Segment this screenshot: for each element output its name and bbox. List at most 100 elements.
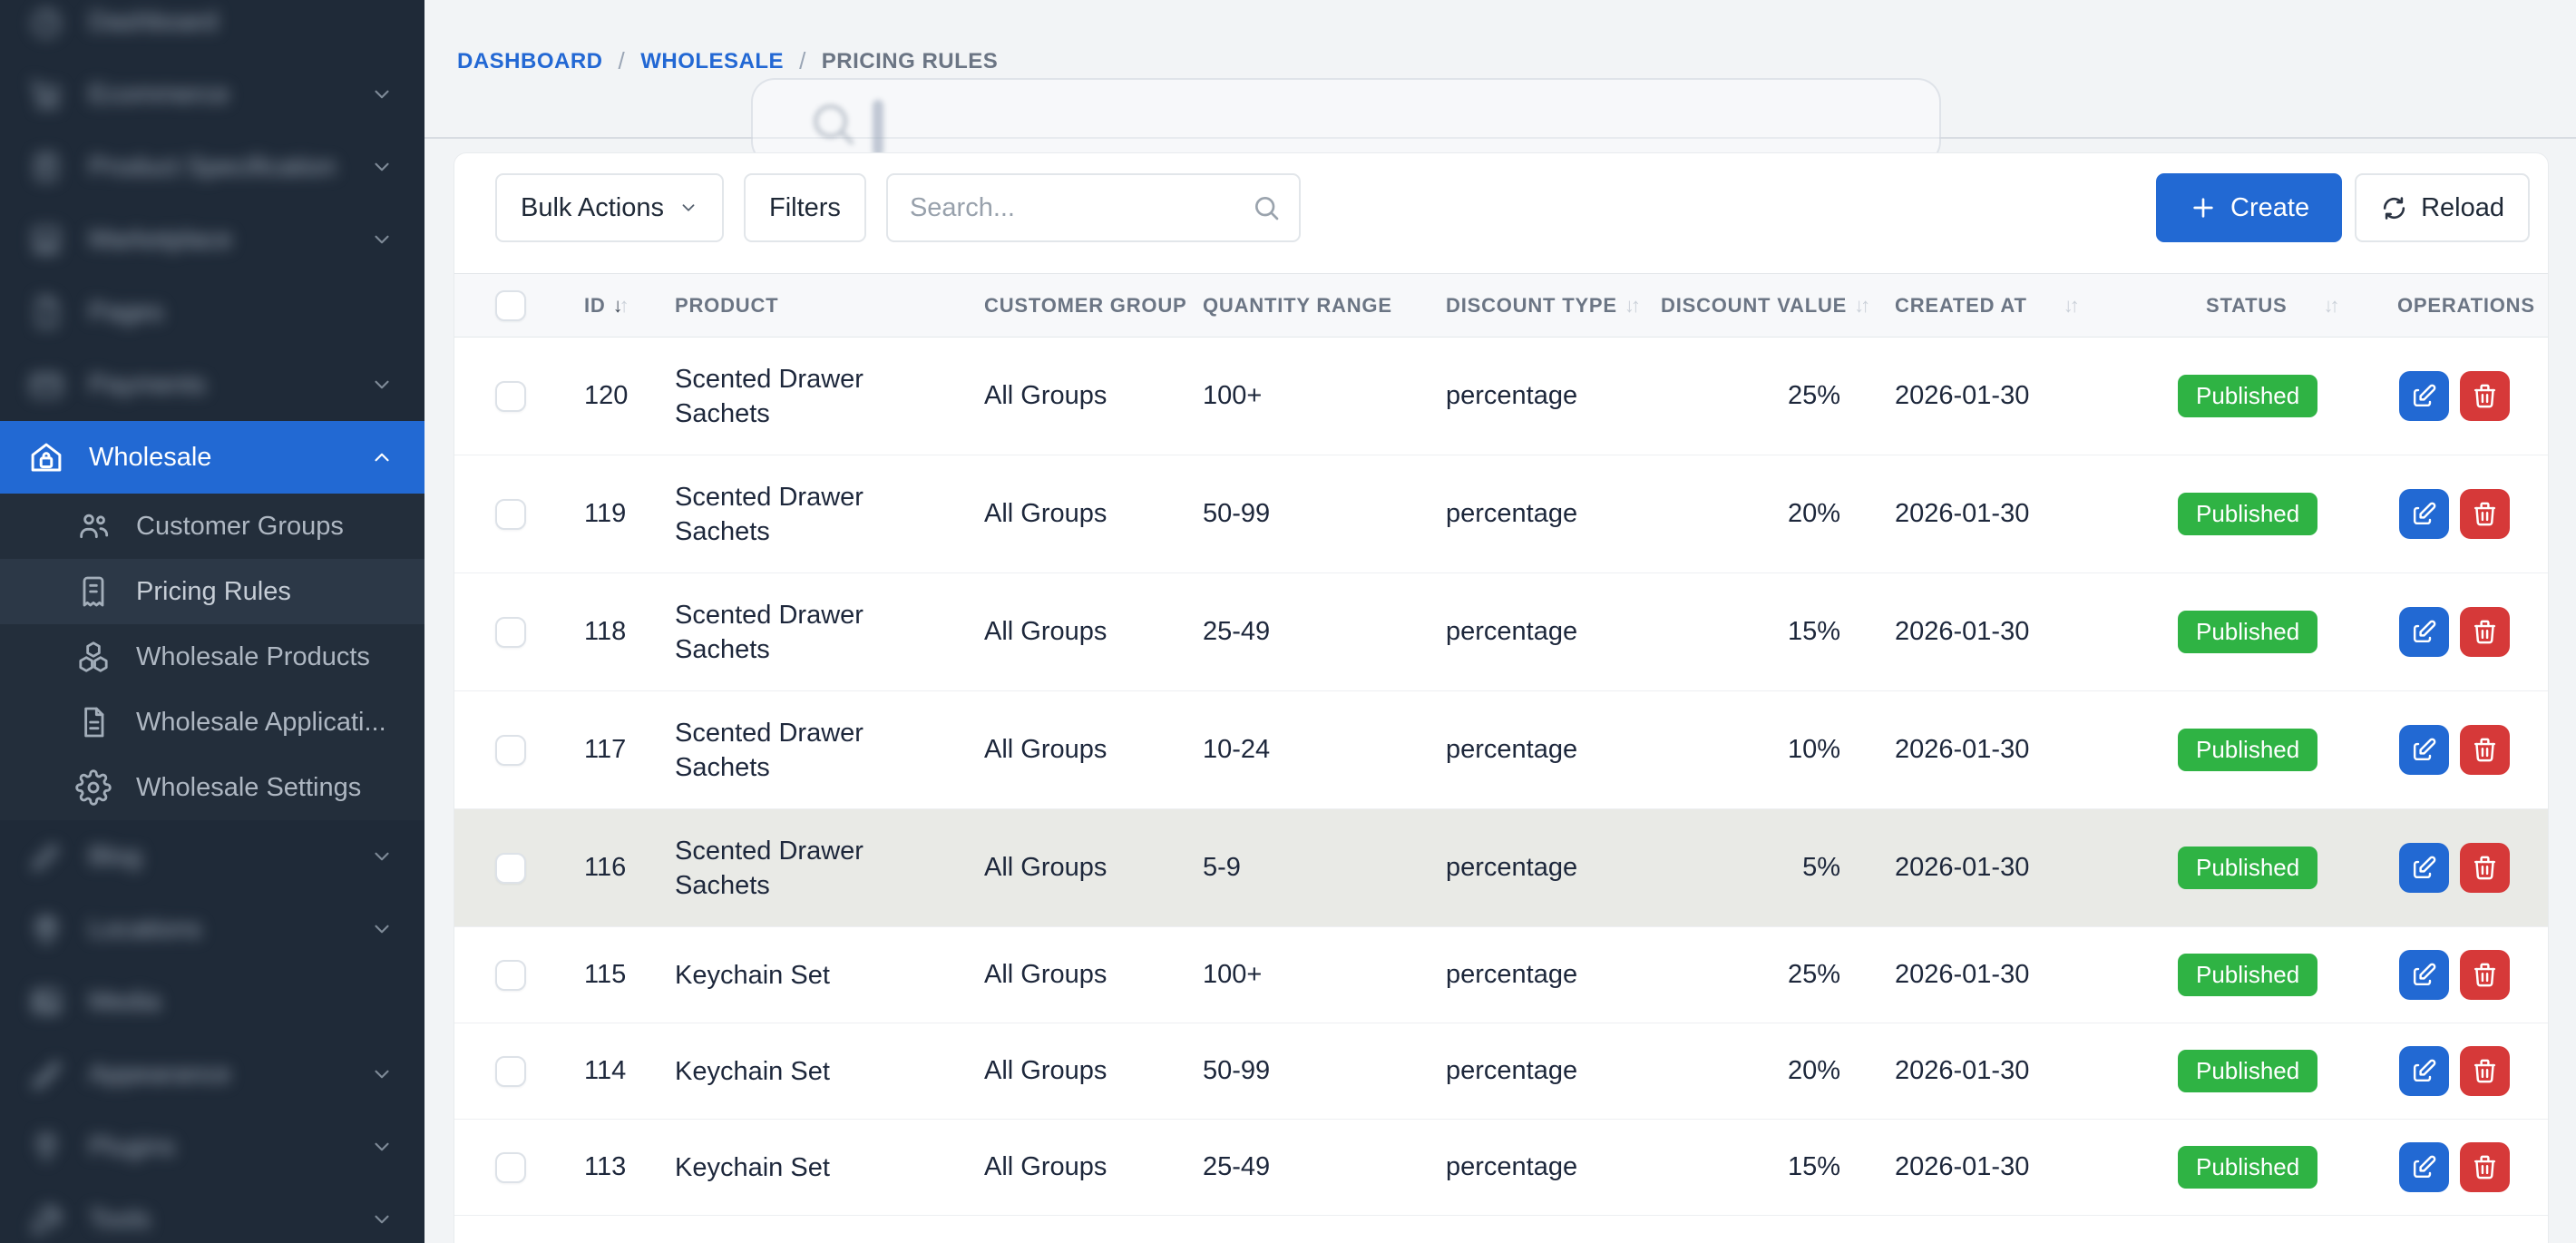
sidebar-item-ecommerce[interactable]: Ecommerce (0, 58, 424, 131)
edit-button[interactable] (2399, 489, 2449, 539)
breadcrumb-dashboard[interactable]: DASHBOARD (457, 49, 603, 74)
sidebar-item-label: Media (89, 987, 161, 1017)
cell-product: Scented Drawer Sachets (672, 809, 981, 927)
sidebar-item-wholesale-products[interactable]: Wholesale Products (0, 624, 424, 690)
delete-button[interactable] (2460, 489, 2510, 539)
column-header-discount-type[interactable]: DISCOUNT TYPE↓↑ (1443, 274, 1658, 338)
cell-discount-type: percentage (1443, 455, 1658, 573)
chevron-down-icon (370, 1062, 394, 1086)
chevron-down-icon (370, 1208, 394, 1231)
row-checkbox[interactable] (495, 499, 526, 530)
trash-icon (2471, 854, 2499, 882)
cell-discount-value: 10% (1658, 691, 1859, 809)
cell-quantity-range: 25-49 (1200, 573, 1443, 691)
cell-customer-group: All Groups (981, 1023, 1200, 1120)
warehouse-lock-icon (27, 438, 65, 476)
sidebar-item-wholesale-settings[interactable]: Wholesale Settings (0, 755, 424, 820)
chevron-up-icon (370, 445, 394, 469)
sidebar-item-payments[interactable]: Payments (0, 348, 424, 421)
delete-button[interactable] (2460, 371, 2510, 421)
edit-button[interactable] (2399, 371, 2449, 421)
photo-icon (27, 983, 65, 1021)
delete-button[interactable] (2460, 950, 2510, 1000)
select-all-checkbox[interactable] (495, 290, 526, 321)
cell-customer-group: All Groups (981, 1120, 1200, 1216)
sidebar-item-dashboard[interactable]: Dashboard (0, 0, 424, 58)
delete-button[interactable] (2460, 607, 2510, 657)
sidebar-top-nav: Dashboard Ecommerce Product Specificatio… (0, 0, 424, 421)
plug-icon (27, 1128, 65, 1166)
cell-created-at: 2026-01-30 (1859, 338, 2170, 455)
sidebar-item-label: Pricing Rules (136, 577, 291, 607)
credit-card-icon (27, 366, 65, 404)
column-header-status[interactable]: STATUS↓↑ (2170, 274, 2395, 338)
sort-icon: ↓↑ (1625, 294, 1637, 318)
cell-discount-type: percentage (1443, 1023, 1658, 1120)
filters-button[interactable]: Filters (744, 173, 866, 242)
column-header-created-at[interactable]: CREATED AT↓↑ (1859, 274, 2170, 338)
row-checkbox[interactable] (495, 1056, 526, 1087)
delete-button[interactable] (2460, 1046, 2510, 1096)
cell-discount-value: 20% (1658, 455, 1859, 573)
sidebar-item-wholesale-applications[interactable]: Wholesale Applicati... (0, 690, 424, 755)
search-icon (807, 98, 858, 149)
sidebar-bottom-nav: Blog Locations Media Appearance Plugins (0, 820, 424, 1243)
cell-discount-type: percentage (1443, 573, 1658, 691)
plus-icon (2189, 193, 2218, 222)
sidebar-item-marketplace[interactable]: Marketplace (0, 203, 424, 276)
sidebar-item-product-specification[interactable]: Product Specification (0, 131, 424, 203)
sidebar-item-plugins[interactable]: Plugins (0, 1111, 424, 1183)
delete-button[interactable] (2460, 843, 2510, 893)
sidebar-item-blog[interactable]: Blog (0, 820, 424, 893)
cell-discount-value: 15% (1658, 1120, 1859, 1216)
sidebar-item-wholesale[interactable]: Wholesale (0, 421, 424, 494)
edit-button[interactable] (2399, 725, 2449, 775)
row-checkbox[interactable] (495, 735, 526, 766)
cell-quantity-range: 100+ (1200, 927, 1443, 1023)
pencil-square-icon (2410, 1057, 2438, 1085)
search-input[interactable] (910, 193, 1252, 223)
column-header-id[interactable]: ID↓↑ (581, 274, 672, 338)
sidebar-item-media[interactable]: Media (0, 965, 424, 1038)
cell-discount-type: percentage (1443, 1120, 1658, 1216)
row-checkbox[interactable] (495, 1152, 526, 1183)
sidebar-item-appearance[interactable]: Appearance (0, 1038, 424, 1111)
sidebar-item-customer-groups[interactable]: Customer Groups (0, 494, 424, 559)
delete-button[interactable] (2460, 725, 2510, 775)
reload-button[interactable]: Reload (2355, 173, 2530, 242)
chevron-down-icon (370, 83, 394, 106)
edit-button[interactable] (2399, 607, 2449, 657)
cell-customer-group: All Groups (981, 927, 1200, 1023)
delete-button[interactable] (2460, 1142, 2510, 1192)
status-badge: Published (2178, 729, 2317, 771)
column-header-discount-value[interactable]: DISCOUNT VALUE↓↑ (1658, 274, 1859, 338)
status-badge: Published (2178, 493, 2317, 535)
table-row: 118 Scented Drawer Sachets All Groups 25… (454, 573, 2549, 691)
trash-icon (2471, 382, 2499, 410)
edit-button[interactable] (2399, 950, 2449, 1000)
status-badge: Published (2178, 1146, 2317, 1189)
edit-button[interactable] (2399, 1142, 2449, 1192)
edit-button[interactable] (2399, 1046, 2449, 1096)
row-checkbox[interactable] (495, 381, 526, 412)
status-badge: Published (2178, 375, 2317, 417)
trash-icon (2471, 618, 2499, 646)
sidebar-item-pages[interactable]: Pages (0, 276, 424, 348)
edit-button[interactable] (2399, 843, 2449, 893)
chevron-down-icon (370, 1135, 394, 1159)
sidebar-item-locations[interactable]: Locations (0, 893, 424, 965)
sidebar-item-tools[interactable]: Tools (0, 1183, 424, 1243)
pricing-rules-card: Bulk Actions Filters Create (454, 152, 2549, 1243)
row-checkbox[interactable] (495, 960, 526, 991)
breadcrumb-wholesale[interactable]: WHOLESALE (640, 49, 784, 74)
chevron-down-icon (370, 917, 394, 941)
cell-discount-value: 15% (1658, 573, 1859, 691)
cell-quantity-range: 10-24 (1200, 691, 1443, 809)
chevron-down-icon (370, 373, 394, 396)
sidebar-item-pricing-rules[interactable]: Pricing Rules (0, 559, 424, 624)
row-checkbox[interactable] (495, 617, 526, 648)
row-checkbox[interactable] (495, 853, 526, 884)
bulk-actions-button[interactable]: Bulk Actions (495, 173, 724, 242)
breadcrumb: DASHBOARD / WHOLESALE / PRICING RULES (457, 47, 998, 75)
create-button[interactable]: Create (2156, 173, 2342, 242)
